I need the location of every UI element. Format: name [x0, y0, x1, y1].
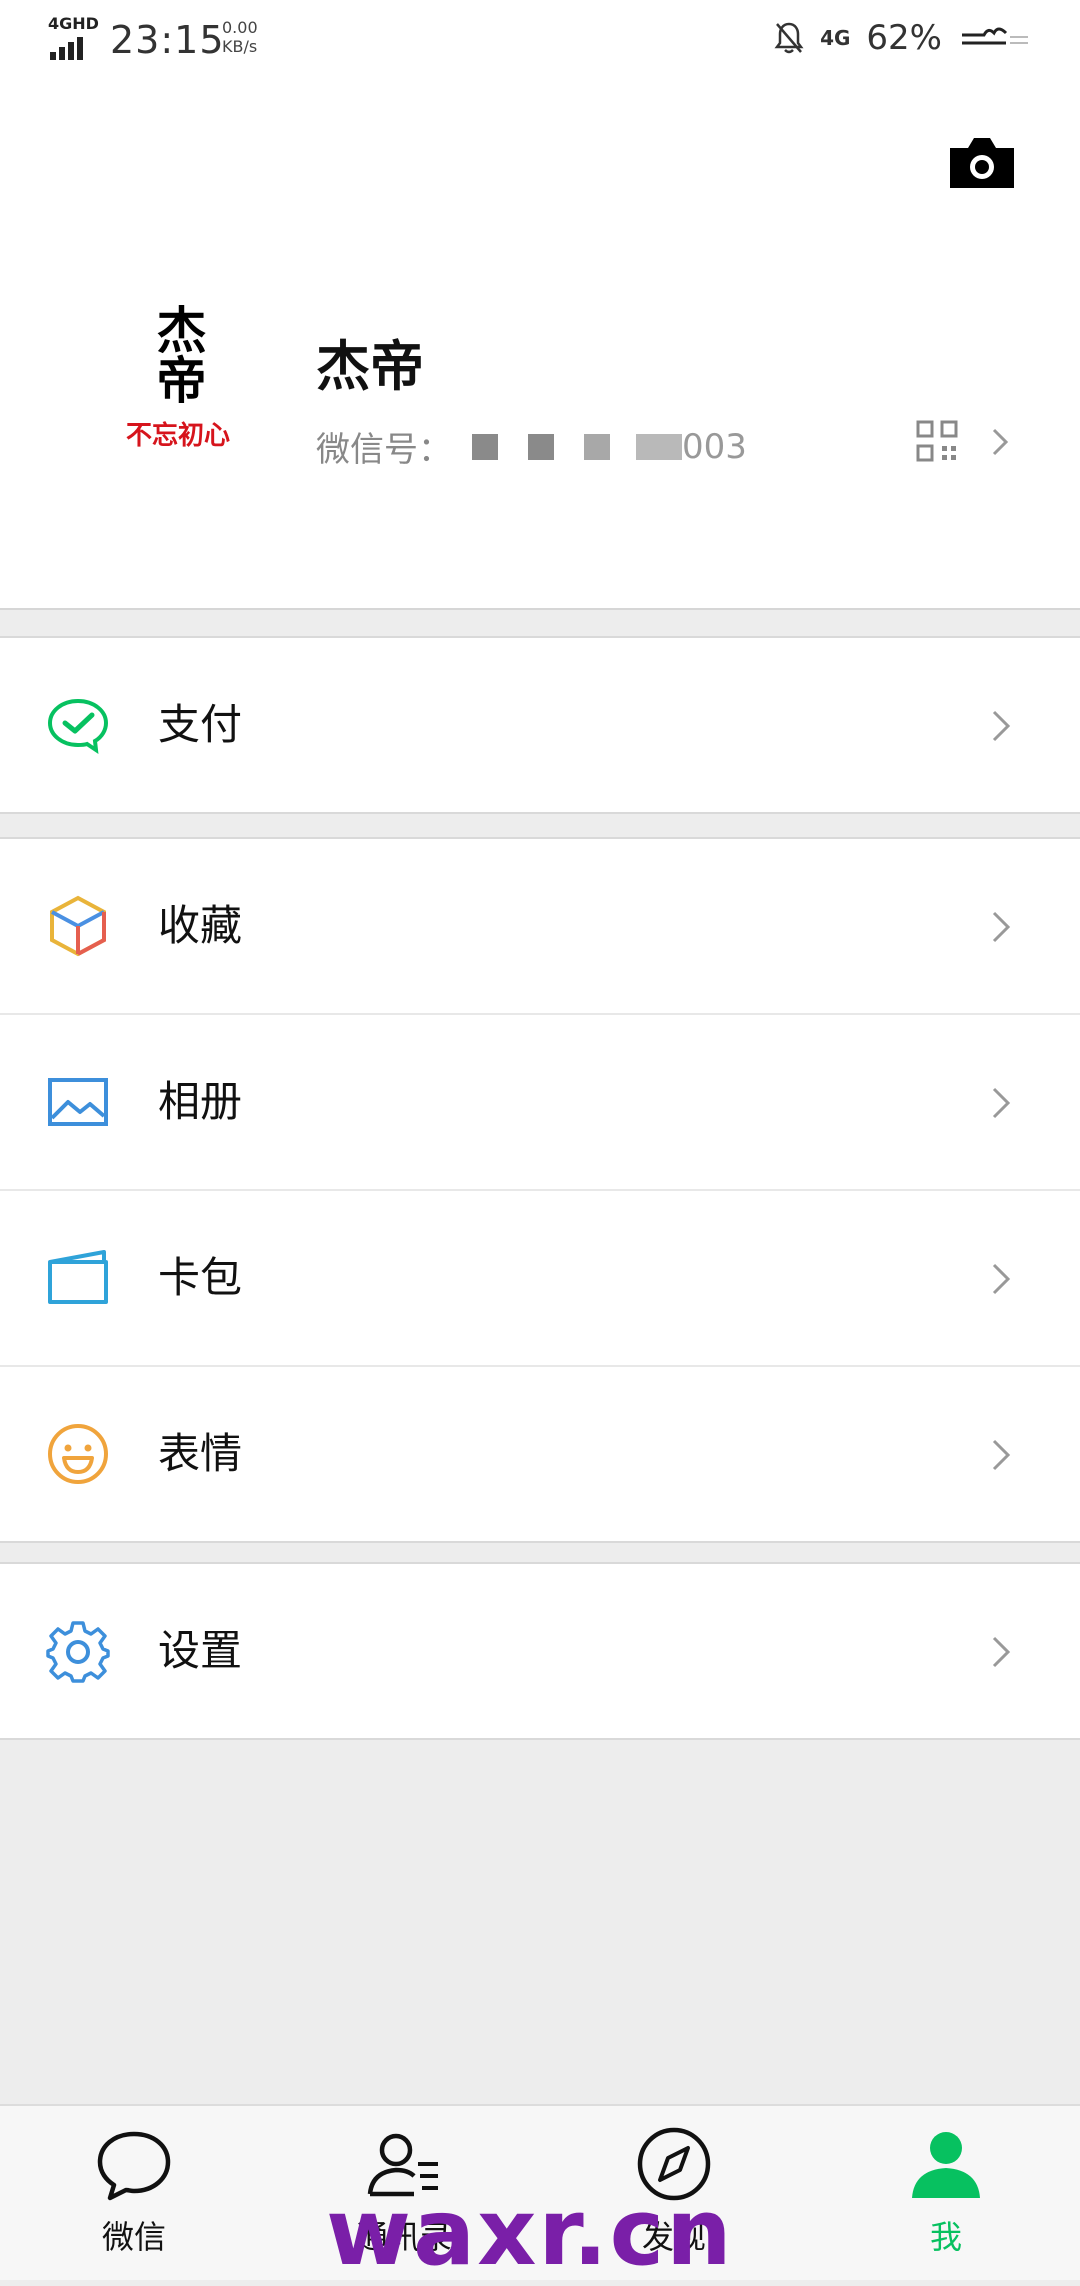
redaction-block	[472, 433, 498, 460]
chevron-right-icon	[992, 710, 1011, 742]
status-right: 4G 62%	[774, 18, 1032, 58]
chevron-right-icon	[992, 1087, 1011, 1119]
main-menu-group: 收藏 相册 卡包 表情	[0, 837, 1080, 1543]
chevron-right-icon	[992, 428, 1009, 456]
battery-level: 62%	[866, 18, 942, 58]
menu-item-label: 相册	[158, 1077, 243, 1126]
redaction-block	[636, 433, 682, 460]
image-icon	[48, 1078, 108, 1126]
network-type: 4GHD	[48, 14, 99, 33]
menu-item-cards[interactable]: 卡包	[0, 1189, 1080, 1365]
menu-item-stickers[interactable]: 表情	[0, 1365, 1080, 1541]
status-time: 23:15	[110, 18, 225, 62]
watermark: waxr.cn	[326, 2179, 734, 2286]
avatar-image: 杰帝 不忘初心	[126, 304, 230, 451]
tab-label: 我	[929, 2218, 962, 2256]
tab-label: 微信	[101, 2218, 166, 2256]
mobile-data-type: 4G	[820, 26, 851, 50]
card-wallet-icon	[48, 1250, 108, 1304]
battery-icon	[962, 27, 1028, 45]
camera-icon[interactable]	[946, 134, 1018, 192]
gear-icon	[46, 1621, 110, 1683]
menu-item-favorites[interactable]: 收藏	[0, 839, 1080, 1013]
menu-item-label: 收藏	[158, 901, 243, 950]
wechat-id-label: 微信号：	[316, 430, 452, 470]
menu-item-label: 支付	[158, 700, 243, 749]
wechat-id-suffix: 003	[682, 426, 747, 467]
bell-off-icon	[774, 22, 804, 54]
profile-header[interactable]: 杰帝 不忘初心 杰帝 微信号： 003	[0, 82, 1080, 610]
person-icon	[912, 2132, 980, 2198]
network-speed: 0.00 KB/s	[222, 18, 258, 56]
redaction-block	[528, 433, 554, 460]
wechat-id-value: 003	[472, 427, 747, 467]
cube-icon	[50, 895, 106, 957]
menu-item-settings[interactable]: 设置	[0, 1564, 1080, 1738]
tab-chats[interactable]: 微信	[54, 2124, 214, 2258]
signal-icon: 4GHD	[48, 14, 100, 62]
qr-code-icon[interactable]	[916, 420, 958, 462]
menu-item-label: 表情	[158, 1429, 243, 1478]
settings-group: 设置	[0, 1562, 1080, 1740]
wallet-check-icon	[47, 698, 109, 755]
chevron-right-icon	[992, 911, 1011, 943]
chevron-right-icon	[992, 1439, 1011, 1471]
avatar-subtext: 不忘初心	[126, 420, 230, 451]
tab-me[interactable]: 我	[866, 2124, 1026, 2258]
redaction-block	[584, 433, 610, 460]
status-bar: 4GHD 23:15 0.00 KB/s 4G 62%	[0, 0, 1080, 82]
avatar-text: 杰帝	[149, 304, 208, 404]
pay-group: 支付	[0, 636, 1080, 814]
menu-item-label: 设置	[158, 1626, 243, 1675]
profile-name: 杰帝	[316, 335, 424, 398]
network-speed-value: 0.00	[222, 18, 258, 37]
chevron-right-icon	[992, 1636, 1011, 1668]
menu-item-pay[interactable]: 支付	[0, 638, 1080, 812]
menu-item-label: 卡包	[158, 1253, 243, 1302]
menu-item-album[interactable]: 相册	[0, 1013, 1080, 1189]
smiley-icon	[48, 1424, 108, 1484]
network-speed-unit: KB/s	[222, 37, 258, 56]
avatar[interactable]: 杰帝 不忘初心	[110, 304, 246, 454]
wechat-id-row[interactable]: 微信号： 003	[316, 422, 747, 471]
chat-bubble-icon	[97, 2131, 171, 2201]
chevron-right-icon	[992, 1263, 1011, 1295]
